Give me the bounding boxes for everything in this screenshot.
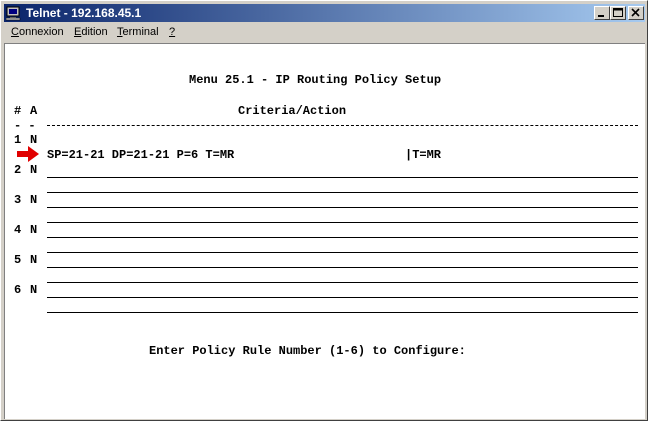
row-3-action-line (47, 237, 638, 238)
row-5-number: 5 (14, 253, 22, 267)
row-1-underline (47, 177, 638, 178)
row-3-number: 3 (14, 193, 22, 207)
row-6-action-line (47, 312, 638, 313)
menu-bar: Connexion Edition Terminal ? (4, 23, 645, 42)
window-title: Telnet - 192.168.45.1 (26, 6, 142, 20)
column-header-number: # (14, 104, 22, 118)
row-1-criteria: SP=21-21 DP=21-21 P=6 T=MR (47, 148, 235, 162)
close-button[interactable] (628, 6, 644, 20)
menu-help[interactable]: ? (169, 26, 175, 38)
maximize-button[interactable] (610, 6, 626, 20)
header-dashes: - - (14, 119, 36, 133)
telnet-app-icon (6, 6, 21, 21)
row-2-criteria-line (47, 192, 638, 193)
row-6-criteria-line (47, 297, 638, 298)
row-3-criteria-line (47, 222, 638, 223)
title-bar[interactable]: Telnet - 192.168.45.1 (4, 4, 645, 22)
row-1-action: |T=MR (405, 148, 442, 162)
row-4-criteria-line (47, 252, 638, 253)
red-arrow-icon (17, 146, 39, 162)
row-2-number: 2 (14, 163, 22, 177)
column-header-active: A (30, 104, 38, 118)
minimize-button[interactable] (594, 6, 610, 20)
menu-connexion[interactable]: Connexion (11, 26, 64, 38)
telnet-window: Telnet - 192.168.45.1 Connexion Edition … (0, 0, 648, 421)
row-6-active: N (30, 283, 38, 297)
header-separator (47, 125, 638, 126)
row-4-active: N (30, 223, 38, 237)
menu-edition[interactable]: Edition (74, 26, 108, 38)
row-4-action-line (47, 267, 638, 268)
row-6-number: 6 (14, 283, 22, 297)
row-2-action-line (47, 207, 638, 208)
row-3-active: N (30, 193, 38, 207)
maximize-icon (613, 8, 623, 17)
menu-terminal[interactable]: Terminal (117, 26, 159, 38)
minimize-icon (598, 15, 604, 17)
row-5-criteria-line (47, 282, 638, 283)
column-header-criteria: Criteria/Action (238, 104, 347, 118)
terminal-screen[interactable]: Menu 25.1 - IP Routing Policy Setup # A … (4, 43, 645, 419)
prompt-text: Enter Policy Rule Number (1-6) to Config… (149, 344, 466, 358)
row-2-active: N (30, 163, 38, 177)
screen-heading: Menu 25.1 - IP Routing Policy Setup (189, 73, 442, 87)
close-icon (631, 8, 640, 17)
row-5-active: N (30, 253, 38, 267)
row-4-number: 4 (14, 223, 22, 237)
